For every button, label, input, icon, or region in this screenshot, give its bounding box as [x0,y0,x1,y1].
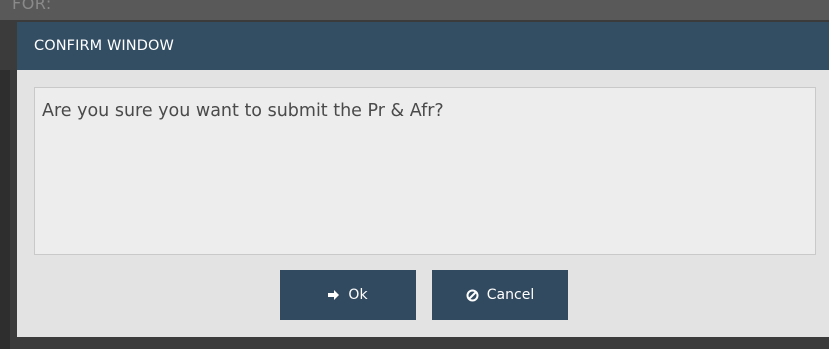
dialog-title: CONFIRM WINDOW [34,38,174,54]
cancel-button-label: Cancel [486,287,535,303]
dialog-message: Are you sure you want to submit the Pr &… [42,101,444,121]
message-box: Are you sure you want to submit the Pr &… [34,87,816,255]
ban-icon [466,289,479,301]
confirm-dialog: CONFIRM WINDOW Are you sure you want to … [17,22,829,337]
background-page-strip: FOR: [0,0,829,20]
sign-in-icon [328,290,340,300]
dialog-header: CONFIRM WINDOW [17,22,829,70]
background-page-text: FOR: [12,0,52,13]
cancel-button[interactable]: Cancel [432,270,568,320]
ok-button-label: Ok [348,287,368,303]
background-overlay-left [0,70,10,349]
ok-button[interactable]: Ok [280,270,416,320]
